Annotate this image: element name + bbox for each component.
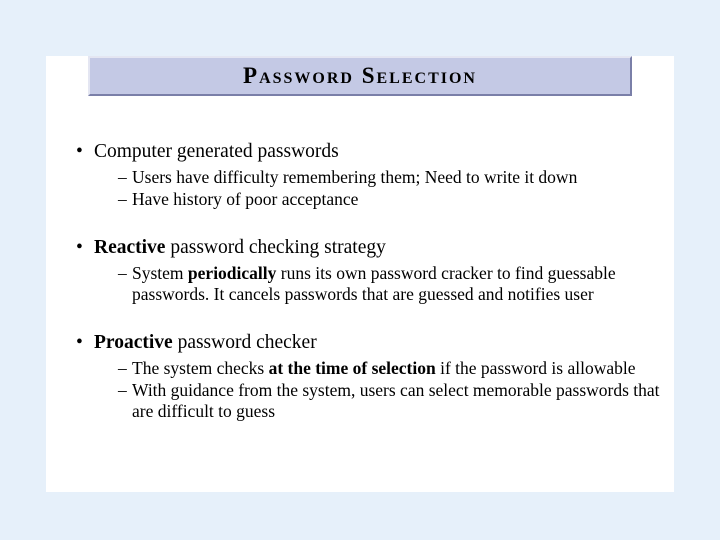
bullet-1: •Computer generated passwords (76, 140, 666, 163)
sub-item: –Users have difficulty remembering them;… (118, 167, 666, 188)
bullet-1-text: Computer generated passwords (94, 141, 339, 162)
bullet-2-rest: password checking strategy (165, 237, 385, 258)
slide-body: •Computer generated passwords –Users hav… (76, 140, 666, 448)
title-bar: Password Selection (88, 56, 632, 96)
dash-icon: – (118, 358, 132, 379)
sub-item: –The system checks at the time of select… (118, 358, 666, 379)
bullet-3-rest: password checker (173, 332, 317, 353)
bullet-2-bold: Reactive (94, 237, 165, 258)
bullet-3: •Proactive password checker (76, 331, 666, 354)
bullet-2-sub: –System periodically runs its own passwo… (118, 263, 666, 305)
sub-text-b: at the time of selection (269, 358, 436, 378)
dash-icon: – (118, 167, 132, 188)
bullet-2: •Reactive password checking strategy (76, 236, 666, 259)
sub-text-a: System (132, 263, 188, 283)
sub-text: Users have difficulty remembering them; … (132, 167, 577, 187)
bullet-dot-icon: • (76, 236, 94, 259)
sub-text-a: The system checks (132, 358, 269, 378)
bullet-3-sub: –The system checks at the time of select… (118, 358, 666, 422)
dash-icon: – (118, 189, 132, 210)
dash-icon: – (118, 263, 132, 284)
dash-icon: – (118, 380, 132, 401)
sub-text: Have history of poor acceptance (132, 189, 358, 209)
bullet-dot-icon: • (76, 331, 94, 354)
sub-text-c: if the password is allowable (436, 358, 636, 378)
sub-item: –System periodically runs its own passwo… (118, 263, 666, 305)
bullet-dot-icon: • (76, 140, 94, 163)
sub-text-b: periodically (188, 263, 276, 283)
sub-text: With guidance from the system, users can… (132, 380, 660, 421)
sub-item: –Have history of poor acceptance (118, 189, 666, 210)
slide-title: Password Selection (243, 63, 477, 89)
bullet-1-sub: –Users have difficulty remembering them;… (118, 167, 666, 210)
bullet-3-bold: Proactive (94, 332, 173, 353)
sub-item: –With guidance from the system, users ca… (118, 380, 666, 422)
